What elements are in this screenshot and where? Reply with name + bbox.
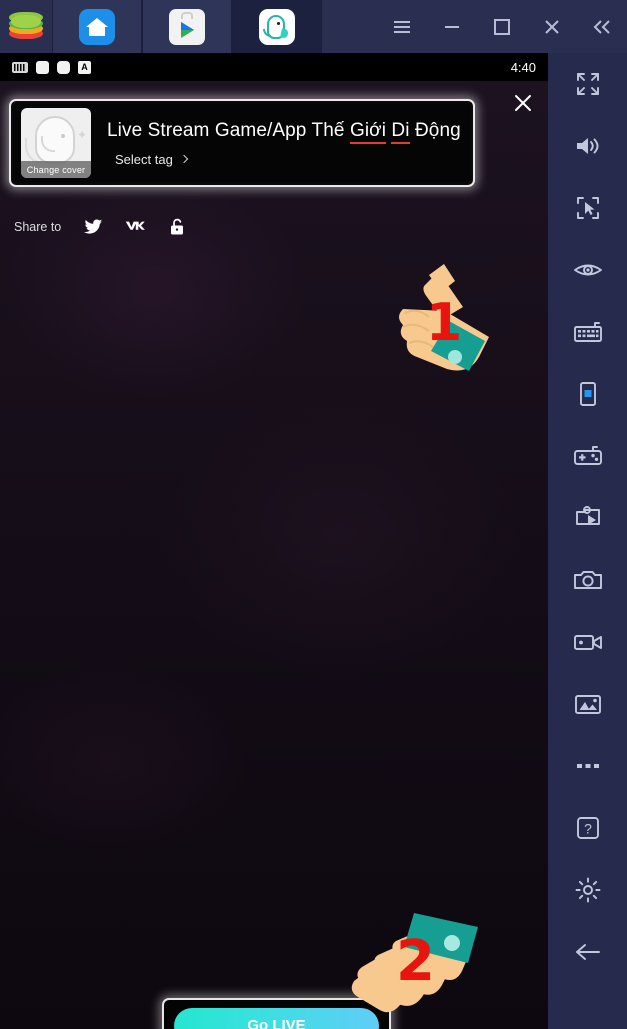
stream-title-prefix: Live Stream Game/App Thế	[107, 119, 350, 141]
macro-script-icon	[575, 506, 600, 525]
rotate-device-icon	[579, 382, 596, 406]
android-screen: ✦ Change cover Live Stream Game/App Thế …	[0, 81, 548, 1029]
sparkle-icon: ✦	[77, 128, 88, 142]
close-stream-setup-button[interactable]	[506, 86, 540, 120]
stream-meta: Live Stream Game/App Thế Giới Di Động Se…	[107, 119, 461, 167]
collapse-sidebar-button[interactable]	[577, 0, 627, 53]
play-store-tab[interactable]	[142, 0, 232, 53]
settings-gear-icon	[575, 877, 600, 903]
lock-open-icon	[171, 218, 184, 235]
settings-gear-icon-button[interactable]	[548, 859, 627, 921]
more-options-icon	[576, 764, 599, 768]
creature-eye	[61, 134, 65, 138]
android-status-bar: A 4:40	[0, 53, 548, 81]
svg-text:?: ?	[584, 821, 592, 837]
vk-logo-icon	[126, 221, 146, 230]
step-1-hand: 1	[389, 259, 489, 386]
fullscreen-icon	[576, 73, 599, 95]
status-clock: 4:40	[510, 59, 536, 75]
close-window-button[interactable]	[527, 0, 577, 53]
share-row: Share to	[14, 217, 187, 237]
gamepad-icon	[573, 446, 602, 465]
select-tag-button[interactable]: Select tag	[107, 152, 461, 167]
minimize-button[interactable]	[427, 0, 477, 53]
change-cover-label[interactable]: Change cover	[21, 161, 91, 178]
double-chevron-left-icon	[593, 19, 610, 34]
close-icon	[515, 95, 531, 111]
chevron-right-icon	[179, 154, 189, 164]
white-square-icon	[36, 60, 49, 74]
live-app-tab[interactable]	[232, 0, 322, 53]
home-icon	[79, 8, 115, 45]
more-options-icon-button[interactable]	[548, 735, 627, 797]
stream-title[interactable]: Live Stream Game/App Thế Giới Di Động	[107, 119, 461, 144]
rotate-device-icon-button[interactable]	[548, 363, 627, 425]
white-rounded-square-icon	[57, 60, 70, 74]
media-gallery-icon-button[interactable]	[548, 673, 627, 735]
minimize-icon	[445, 25, 459, 28]
share-vk-icon[interactable]	[125, 217, 146, 237]
cursor-capture-icon-button[interactable]	[548, 177, 627, 239]
play-store-icon	[169, 8, 205, 45]
help-icon-button[interactable]: ?	[548, 797, 627, 859]
maximize-button[interactable]	[477, 0, 527, 53]
keyboard-controls-icon	[573, 322, 602, 342]
video-record-icon-button[interactable]	[548, 611, 627, 673]
stream-info-card[interactable]: ✦ Change cover Live Stream Game/App Thế …	[9, 99, 475, 187]
emulator-tab-bar	[0, 0, 627, 53]
cursor-capture-icon	[576, 197, 599, 219]
stream-title-misspelled-1: Giới	[349, 119, 387, 144]
eye-icon	[573, 264, 602, 276]
keyboard-controls-icon-button[interactable]	[548, 301, 627, 363]
twitter-bird-icon	[83, 219, 102, 234]
bluestacks-stack-icon	[9, 11, 43, 42]
cover-thumbnail[interactable]: ✦ Change cover	[21, 108, 91, 178]
video-record-icon	[573, 635, 602, 650]
share-twitter-icon[interactable]	[83, 217, 103, 237]
help-icon: ?	[576, 817, 599, 839]
media-gallery-icon	[574, 695, 601, 714]
home-tab[interactable]	[52, 0, 142, 53]
menu-button[interactable]	[377, 0, 427, 53]
maximize-icon	[494, 18, 510, 35]
stream-title-misspelled-2: Di	[391, 119, 410, 144]
back-arrow-icon-button[interactable]	[548, 921, 627, 983]
app-window: A 4:40 ✦ Change cover Live Stream Game/A…	[0, 0, 627, 1029]
volume-icon	[576, 138, 598, 154]
back-arrow-icon	[575, 944, 600, 960]
select-tag-label: Select tag	[115, 151, 173, 167]
status-icons: A	[12, 60, 91, 74]
share-to-label: Share to	[14, 220, 62, 234]
letter-a-icon: A	[78, 60, 91, 74]
stream-title-suffix: Động	[409, 119, 461, 141]
volume-icon-button[interactable]	[548, 115, 627, 177]
window-controls	[377, 0, 627, 53]
step-2-hand: 2	[348, 907, 490, 1029]
eye-icon-button[interactable]	[548, 239, 627, 301]
close-icon	[545, 19, 559, 34]
live-app-icon	[259, 8, 295, 45]
privacy-lock-icon[interactable]	[167, 217, 187, 237]
emulator-sidebar: ?	[548, 53, 627, 1029]
step-1-number: 1	[426, 293, 463, 353]
camera-icon-button[interactable]	[548, 549, 627, 611]
step-2-number: 2	[396, 929, 435, 994]
macro-script-icon-button[interactable]	[548, 487, 627, 549]
hamburger-icon	[394, 20, 410, 33]
fullscreen-icon-button[interactable]	[548, 53, 627, 115]
camera-icon	[573, 571, 602, 589]
keyboard-icon	[12, 61, 28, 73]
gamepad-icon-button[interactable]	[548, 425, 627, 487]
bluestacks-logo[interactable]	[0, 0, 52, 53]
